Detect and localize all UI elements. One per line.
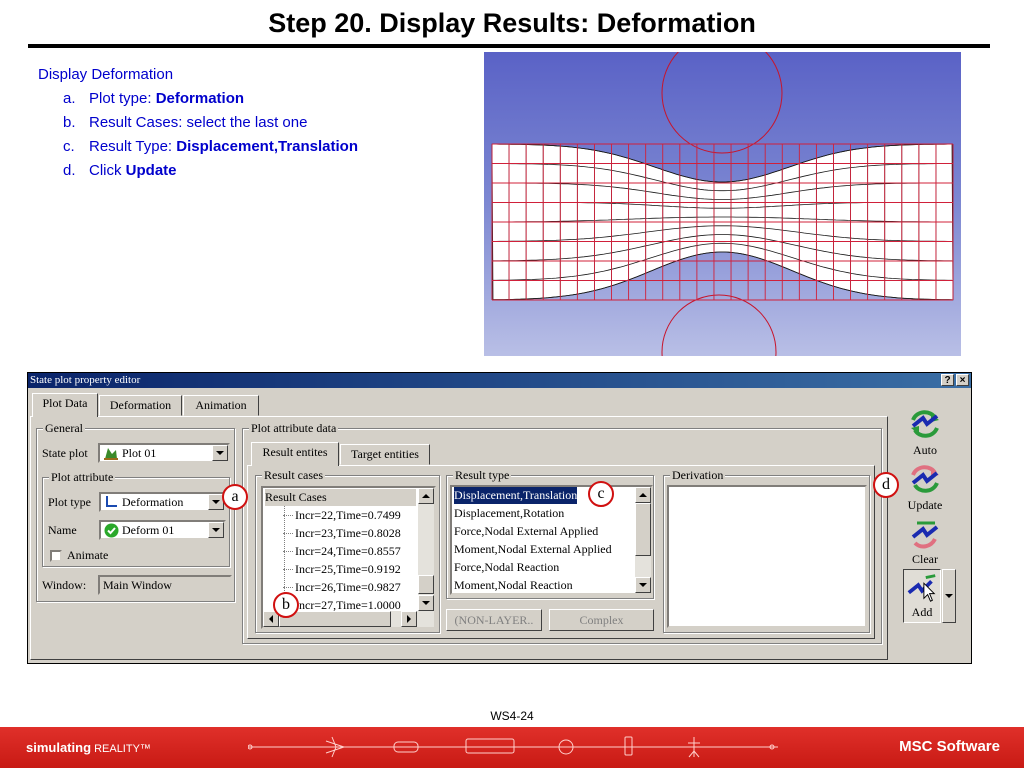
scroll-down-button[interactable]: [635, 577, 651, 593]
result-type-item[interactable]: Moment,Nodal Reaction: [454, 577, 573, 593]
scroll-down-button[interactable]: [418, 595, 434, 611]
result-cases-scrollbar[interactable]: [418, 488, 434, 611]
name-select[interactable]: Deform 01: [99, 520, 226, 540]
result-type-list[interactable]: Displacement,Translation Displacement,Rot…: [450, 485, 653, 595]
tab-target-entities[interactable]: Target entities: [340, 444, 430, 465]
general-group: General State plot Plot 01 Plot attribut…: [36, 421, 235, 602]
scroll-right-button[interactable]: [401, 611, 417, 627]
close-button[interactable]: ×: [956, 374, 969, 386]
result-case-item[interactable]: Incr=22,Time=0.7499: [283, 507, 401, 524]
state-plot-select[interactable]: Plot 01: [98, 443, 230, 463]
result-type-item[interactable]: Force,Nodal External Applied: [454, 523, 598, 540]
footer-banner: simulating REALITY™ MSC Software: [0, 727, 1024, 768]
update-label: Update: [907, 498, 943, 512]
result-type-item[interactable]: Force,Nodal Reaction: [454, 559, 559, 576]
auto-icon: [911, 410, 939, 438]
result-cases-root[interactable]: Result Cases: [265, 489, 416, 506]
checkmark-icon: [104, 523, 119, 537]
result-type-legend: Result type: [453, 468, 512, 482]
update-icon: [911, 465, 939, 493]
complex-button[interactable]: Complex: [549, 609, 654, 631]
tab-plot-data[interactable]: Plot Data: [32, 393, 98, 417]
tab-deformation[interactable]: Deformation: [99, 395, 182, 416]
derivation-legend: Derivation: [670, 468, 726, 482]
derivation-list[interactable]: [667, 485, 867, 628]
callout-c: c: [588, 481, 614, 507]
page-id: WS4-24: [490, 709, 534, 723]
result-type-group: Result type Displacement,Translation Disp…: [446, 468, 654, 599]
tab-animation[interactable]: Animation: [183, 395, 259, 416]
msc-software-logo: MSC Software: [899, 738, 1000, 755]
animate-checkbox[interactable]: [50, 550, 62, 562]
callout-a: a: [222, 484, 248, 510]
state-plot-property-editor: State plot property editor ? × Plot Data…: [27, 372, 972, 664]
result-type-scrollbar[interactable]: [635, 487, 651, 593]
scroll-thumb[interactable]: [418, 575, 434, 594]
phone-icon: [624, 736, 633, 756]
update-button[interactable]: Update: [903, 461, 947, 512]
auto-label: Auto: [913, 443, 937, 457]
window-field[interactable]: Main Window: [98, 575, 232, 595]
clear-label: Clear: [912, 552, 938, 566]
dialog-title: State plot property editor: [30, 374, 141, 386]
scroll-thumb[interactable]: [635, 503, 651, 556]
result-type-item[interactable]: Displacement,Rotation: [454, 505, 564, 522]
callout-b: b: [273, 592, 299, 618]
instructions: Display Deformation a. Plot type: Deform…: [38, 66, 358, 186]
clear-button[interactable]: Clear: [903, 515, 947, 566]
add-icon: [907, 574, 936, 602]
instruction-step-b: b. Result Cases: select the last one: [63, 114, 308, 131]
chevron-down-icon[interactable]: [208, 522, 224, 538]
instruction-step-a: a. Plot type: Deformation: [63, 90, 245, 107]
instruction-step-d: d. Click Update: [63, 162, 177, 179]
plot-attribute-legend: Plot attribute: [49, 470, 116, 484]
name-label: Name: [48, 523, 77, 537]
general-legend: General: [43, 421, 85, 435]
result-type-item[interactable]: Moment,Nodal External Applied: [454, 541, 612, 558]
footer-tagline: simulating REALITY™: [26, 740, 151, 755]
state-plot-label: State plot: [42, 446, 88, 460]
deformation-viewport[interactable]: [484, 52, 961, 356]
result-cases-legend: Result cases: [262, 468, 325, 482]
add-label: Add: [911, 605, 933, 619]
plot-attribute-data-legend: Plot attribute data: [249, 421, 339, 435]
deformation-icon: [106, 496, 117, 507]
animate-label: Animate: [67, 548, 109, 562]
help-button[interactable]: ?: [941, 374, 954, 386]
result-case-item[interactable]: Incr=26,Time=0.9827: [283, 579, 401, 596]
plot-type-select[interactable]: Deformation: [99, 492, 226, 512]
scroll-up-button[interactable]: [635, 487, 651, 503]
chevron-down-icon: [945, 594, 953, 598]
chevron-down-icon[interactable]: [212, 445, 228, 461]
scroll-up-button[interactable]: [418, 488, 434, 504]
tab-result-entities[interactable]: Result entites: [251, 442, 339, 466]
result-type-item[interactable]: Displacement,Translation: [452, 487, 579, 505]
train-icon: [465, 738, 515, 754]
instructions-heading: Display Deformation: [38, 66, 174, 83]
result-case-item[interactable]: Incr=25,Time=0.9192: [283, 561, 401, 578]
clear-icon: [911, 521, 939, 549]
derivation-group: Derivation: [663, 468, 870, 633]
non-layer-button[interactable]: (NON-LAYER..: [446, 609, 542, 631]
callout-d: d: [873, 472, 899, 498]
add-dropdown-button[interactable]: [942, 569, 956, 623]
dialog-titlebar[interactable]: State plot property editor ? ×: [28, 373, 971, 388]
result-case-item[interactable]: Incr=23,Time=0.8028: [283, 525, 401, 542]
result-case-item[interactable]: Incr=24,Time=0.8557: [283, 543, 401, 560]
plot-attribute-group: Plot attribute Plot type Deformation Nam…: [42, 470, 230, 567]
window-label: Window:: [42, 578, 87, 592]
add-button[interactable]: Add: [903, 569, 941, 623]
plot-icon: [104, 448, 118, 460]
plot-attribute-data-group: Plot attribute data Result entites Targe…: [242, 421, 882, 644]
footer-icons-strip: [248, 736, 778, 758]
plot-type-label: Plot type: [48, 495, 92, 509]
auto-button[interactable]: Auto: [903, 406, 947, 457]
title-divider: [28, 44, 990, 48]
deformed-mesh-plot: [491, 52, 954, 356]
instruction-step-c: c. Result Type: Displacement,Translation: [63, 138, 359, 155]
slide-title: Step 20. Display Results: Deformation: [268, 8, 756, 38]
